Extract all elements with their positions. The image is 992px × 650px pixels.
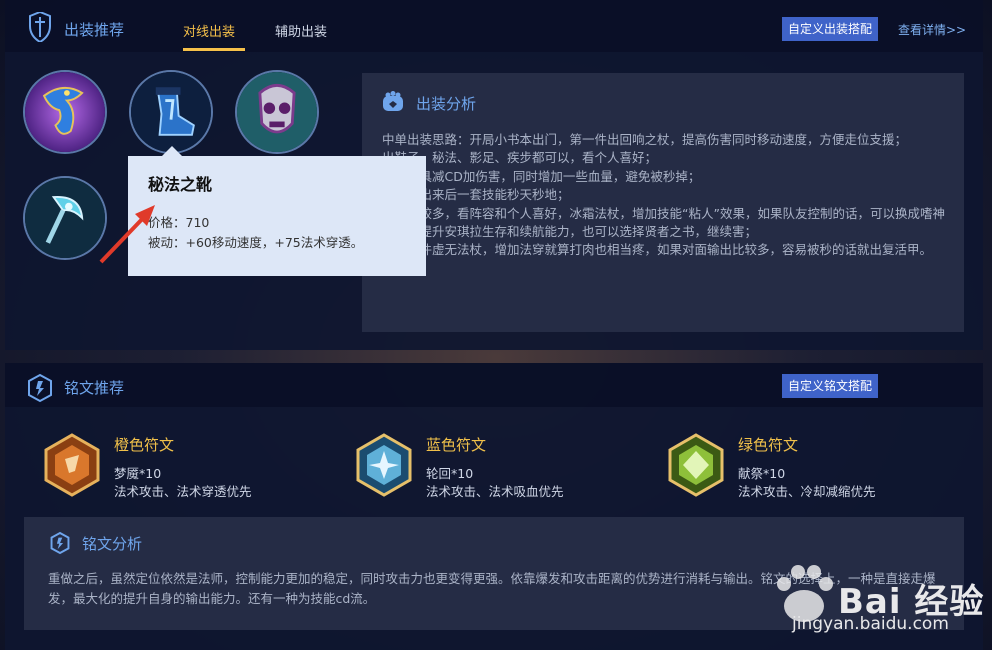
dragon-staff-icon (25, 72, 105, 152)
equipment-header: 出装推荐 对线出装 辅助出装 自定义出装搭配 查看详情>> (5, 0, 983, 52)
tab-support-build[interactable]: 辅助出装 (275, 21, 327, 40)
skull-mask-icon (237, 72, 317, 152)
rune-blue[interactable]: 蓝色符文 轮回*10 法术攻击、法术吸血优先 (355, 433, 655, 503)
rune-green-title: 绿色符文 (738, 436, 799, 454)
paw-icon (383, 91, 403, 111)
crescent-scepter-icon (25, 178, 105, 258)
watermark-url: jingyan.baidu.com (792, 614, 949, 634)
build-analysis: 出装分析 中单出装思路：开局小书本出门，第一件出回响之杖，提高伤害同时移动速度，… (362, 73, 964, 332)
build-analysis-title: 出装分析 (416, 95, 477, 113)
item-skull-mask[interactable] (235, 70, 319, 154)
analysis-line: 帽子，出来后一套技能秒天秒地； (382, 187, 570, 203)
item-tooltip: 秘法之靴 价格：710 被动：+60移动速度，+75法术穿透。 (128, 156, 426, 276)
rune-header: 铭文推荐 自定义铭文搭配 (5, 363, 983, 407)
analysis-line: 最后一件虚无法杖，增加法穿就算打肉也相当疼，如果对面输出比较多，容易被秒的话就出… (382, 242, 933, 258)
rune-orange-count: 梦魇*10 (114, 466, 162, 481)
rune-orange[interactable]: 橙色符文 梦魇*10 法术攻击、法术穿透优先 (43, 433, 343, 503)
analysis-line: 中单出装思路：开局小书本出门，第一件出回响之杖，提高伤害同时移动速度，方便走位支… (382, 132, 908, 147)
rune-hexagon-icon (28, 373, 52, 403)
sword-shield-icon (29, 12, 51, 42)
build-analysis-text: 中单出装思路：开局小书本出门，第一件出回响之杖，提高伤害同时移动速度，方便走位支… (382, 131, 952, 260)
rune-blue-title: 蓝色符文 (426, 436, 487, 454)
rune-title: 铭文推荐 (64, 379, 125, 397)
rune-green[interactable]: 绿色符文 献祭*10 法术攻击、冷却减缩优先 (667, 433, 967, 503)
rune-orange-desc: 法术攻击、法术穿透优先 (114, 484, 252, 499)
active-tab-indicator (183, 48, 245, 51)
analysis-line: 痛苦面具减CD加伤害，同时增加一些血量，避免被秒掉； (382, 168, 701, 184)
arcane-boots-icon (131, 72, 211, 152)
rune-green-count: 献祭*10 (738, 466, 786, 481)
blue-rune-icon (356, 433, 412, 497)
view-details-link[interactable]: 查看详情>> (898, 21, 966, 38)
tooltip-item-name: 秘法之靴 (148, 175, 213, 194)
green-rune-icon (668, 433, 724, 497)
analysis-line: 选择比较多，看阵容和个人喜好，冰霜法杖，增加技能“粘人”效果，如果队友控制的话，… (382, 205, 945, 240)
equipment-title: 出装推荐 (64, 21, 125, 39)
orange-rune-icon (44, 433, 100, 497)
rune-analysis-title: 铭文分析 (82, 535, 143, 553)
item-dragon-staff[interactable] (23, 70, 107, 154)
rune-blue-count: 轮回*10 (426, 466, 474, 481)
rune-green-desc: 法术攻击、冷却减缩优先 (738, 484, 876, 499)
rune-hexagon-icon (50, 531, 70, 555)
tooltip-passive: 被动：+60移动速度，+75法术穿透。 (148, 235, 364, 250)
red-arrow-annotation (99, 205, 155, 264)
custom-rune-button[interactable]: 自定义铭文搭配 (782, 374, 879, 398)
analysis-line: 出鞋子，秘法、影足、疾步都可以，看个人喜好； (382, 150, 658, 166)
tooltip-caret (162, 146, 182, 156)
tab-lane-build[interactable]: 对线出装 (183, 21, 235, 40)
rune-blue-desc: 法术攻击、法术吸血优先 (426, 484, 564, 499)
item-arcane-boots[interactable] (129, 70, 213, 154)
custom-build-button[interactable]: 自定义出装搭配 (782, 17, 879, 41)
rune-orange-title: 橙色符文 (114, 436, 175, 454)
